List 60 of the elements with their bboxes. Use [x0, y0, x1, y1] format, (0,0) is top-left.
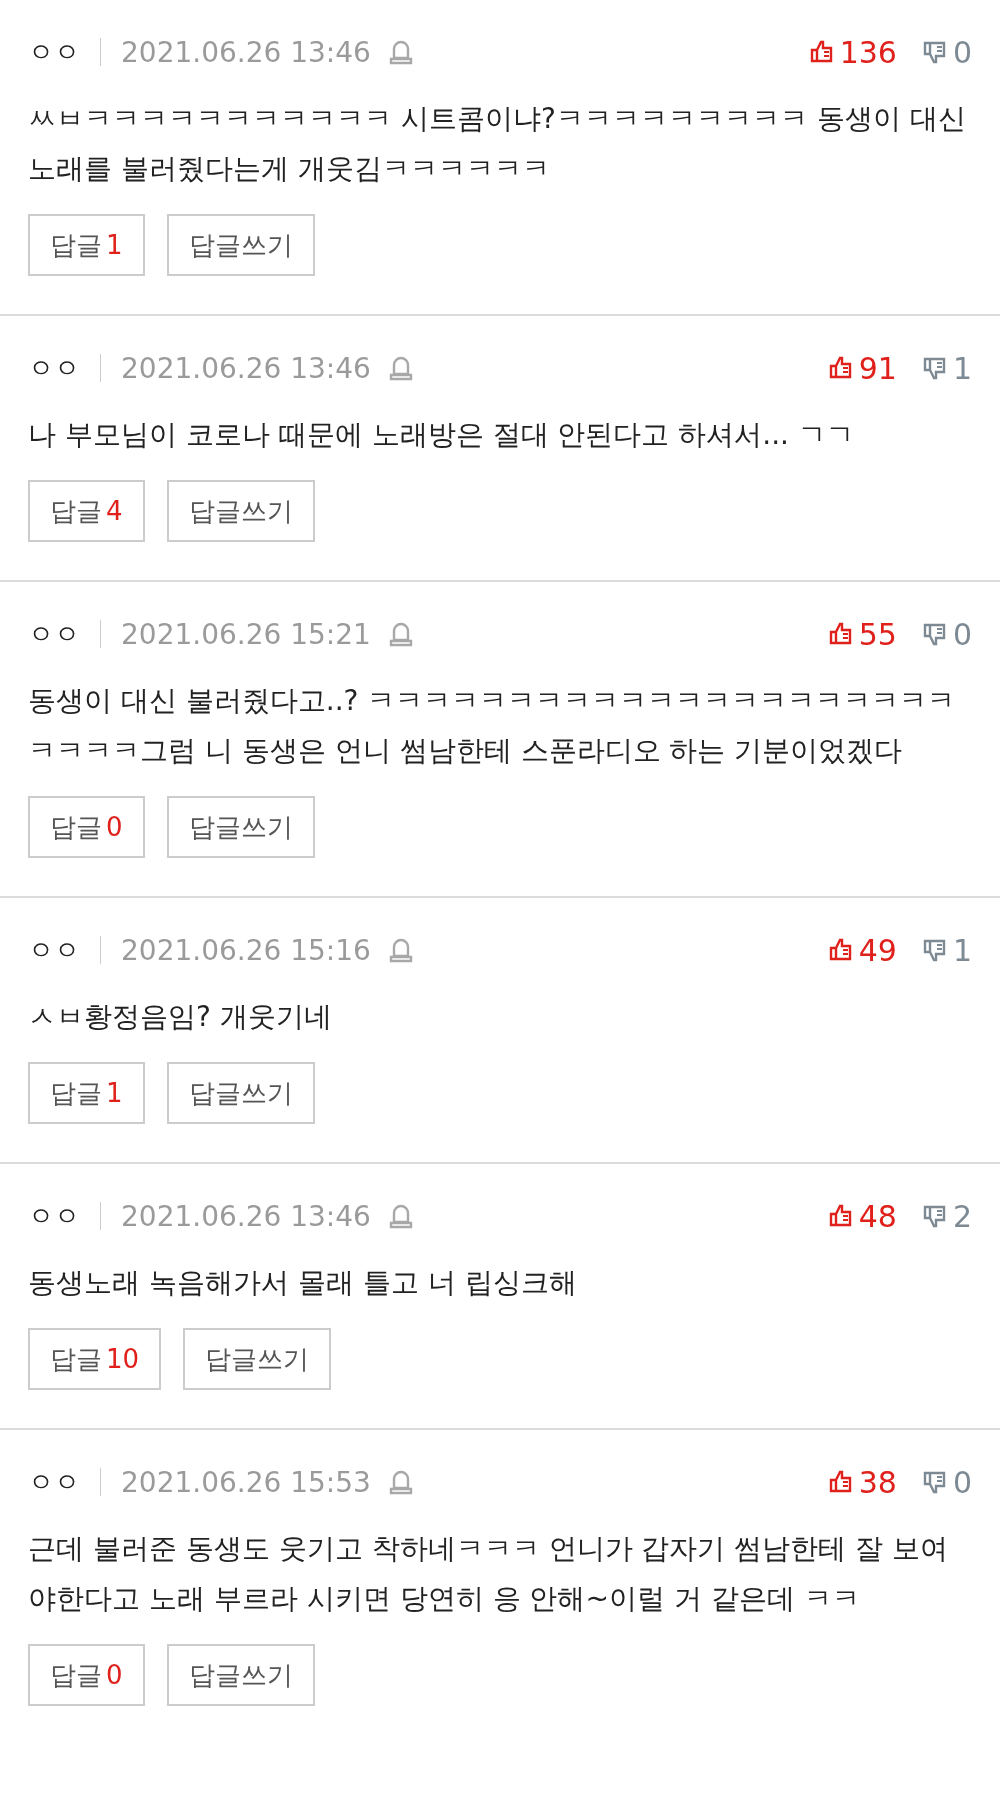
- report-icon[interactable]: [388, 355, 413, 381]
- replies-button[interactable]: 답글 0: [28, 1644, 145, 1706]
- like-count: 136: [839, 34, 897, 70]
- dislike-count: 1: [952, 932, 972, 968]
- comment-text: ㅆㅂㅋㅋㅋㅋㅋㅋㅋㅋㅋㅋㅋ 시트콤이냐?ㅋㅋㅋㅋㅋㅋㅋㅋㅋ 동생이 대신 노래를 불러줬다는게 개웃김ㅋㅋㅋㅋㅋㅋ: [28, 101, 967, 187]
- replies-button[interactable]: 답글 1: [28, 214, 145, 276]
- report-icon[interactable]: [388, 621, 413, 647]
- dislike-count: 0: [952, 34, 972, 70]
- thumbs-up-icon[interactable]: [828, 622, 853, 646]
- write-reply-button[interactable]: 답글쓰기: [166, 214, 315, 276]
- thumbs-up-icon[interactable]: [828, 1204, 853, 1228]
- report-icon[interactable]: [388, 1203, 413, 1229]
- comment-text: 동생노래 녹음해가서 몰래 틀고 너 립싱크해: [28, 1265, 578, 1301]
- comment-date: 2021.06.26 13:46: [121, 351, 371, 385]
- report-icon[interactable]: [388, 937, 413, 963]
- comment-text: 나 부모님이 코로나 때문에 노래방은 절대 안된다고 하셔서... ㄱㄱ: [28, 417, 855, 453]
- author-name: ㅇㅇ: [28, 933, 80, 967]
- thumbs-down-icon[interactable]: [922, 1204, 947, 1228]
- comment-text: ㅅㅂ황정음임? 개웃기네: [28, 999, 333, 1035]
- comment-date: 2021.06.26 13:46: [121, 1199, 371, 1233]
- dislike-count: 1: [952, 350, 972, 386]
- comment-date: 2021.06.26 15:16: [121, 933, 371, 967]
- author-name: ㅇㅇ: [28, 1199, 80, 1233]
- like-count: 48: [858, 1198, 897, 1234]
- thumbs-down-icon[interactable]: [922, 938, 947, 962]
- report-icon[interactable]: [388, 1469, 413, 1495]
- comment-text: 근데 불러준 동생도 웃기고 착하네ㅋㅋㅋ 언니가 갑자기 썸남한테 잘 보여야한다고 노래 부르라 시키면 당연히 응 안해~이럴 거 같은데 ㅋㅋ: [28, 1531, 950, 1617]
- comment-date: 2021.06.26 13:46: [121, 35, 371, 69]
- like-count: 38: [858, 1464, 897, 1500]
- dislike-count: 2: [952, 1198, 972, 1234]
- write-reply-button[interactable]: 답글쓰기: [166, 480, 315, 542]
- replies-button[interactable]: 답글 1: [28, 1062, 145, 1124]
- dislike-count: 0: [952, 1464, 972, 1500]
- thumbs-up-icon[interactable]: [828, 938, 853, 962]
- report-icon[interactable]: [388, 39, 413, 65]
- write-reply-button[interactable]: 답글쓰기: [183, 1328, 332, 1390]
- dislike-count: 0: [952, 616, 972, 652]
- thumbs-up-icon[interactable]: [809, 40, 834, 64]
- author-name: ㅇㅇ: [28, 351, 80, 385]
- thumbs-down-icon[interactable]: [922, 1470, 947, 1494]
- author-name: ㅇㅇ: [28, 35, 80, 69]
- thumbs-down-icon[interactable]: [922, 622, 947, 646]
- author-name: ㅇㅇ: [28, 617, 80, 651]
- like-count: 49: [858, 932, 897, 968]
- thumbs-up-icon[interactable]: [828, 356, 853, 380]
- thumbs-down-icon[interactable]: [922, 356, 947, 380]
- comment-text: 동생이 대신 불러줬다고..? ㅋㅋㅋㅋㅋㅋㅋㅋㅋㅋㅋㅋㅋㅋㅋㅋㅋㅋㅋㅋㅋㅋㅋㅋㅋ그럼 니 동생은 언니 썸남한테 스푼라디오 하는 기분이었겠다: [28, 683, 957, 769]
- replies-button[interactable]: 답글 0: [28, 796, 145, 858]
- write-reply-button[interactable]: 답글쓰기: [166, 1644, 315, 1706]
- replies-button[interactable]: 답글 10: [28, 1328, 162, 1390]
- thumbs-up-icon[interactable]: [828, 1470, 853, 1494]
- write-reply-button[interactable]: 답글쓰기: [166, 1062, 315, 1124]
- write-reply-button[interactable]: 답글쓰기: [166, 796, 315, 858]
- comment-date: 2021.06.26 15:53: [121, 1465, 371, 1499]
- author-name: ㅇㅇ: [28, 1465, 80, 1499]
- comment-date: 2021.06.26 15:21: [121, 617, 371, 651]
- like-count: 55: [858, 616, 897, 652]
- replies-button[interactable]: 답글 4: [28, 480, 145, 542]
- thumbs-down-icon[interactable]: [922, 40, 947, 64]
- like-count: 91: [858, 350, 897, 386]
